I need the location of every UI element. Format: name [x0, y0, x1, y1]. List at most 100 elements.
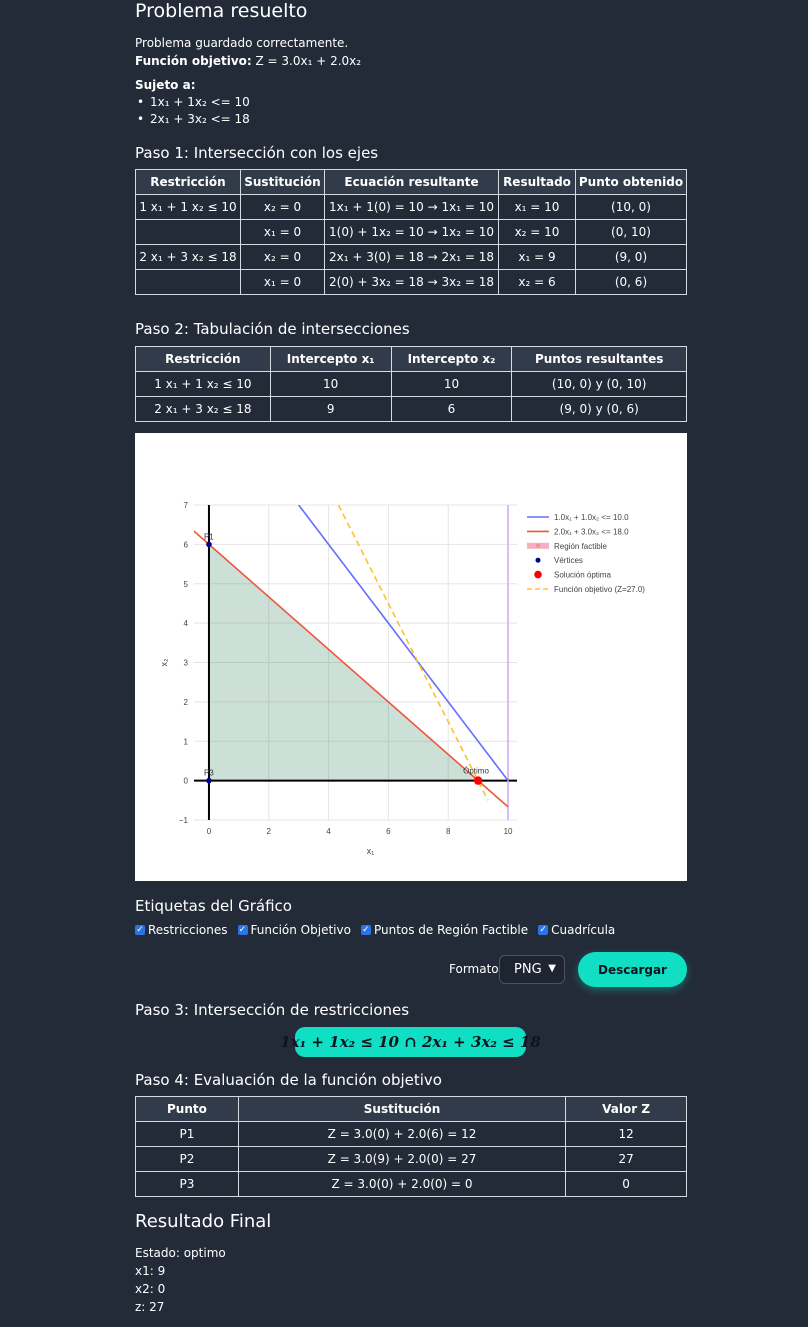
table-cell: 1 x₁ + 1 x₂ ≤ 10 [135, 371, 271, 397]
table-cell: 1(0) + 1x₂ = 10 → 1x₂ = 10 [324, 219, 499, 245]
legend-label: 2.0x₁ + 3.0x₂ <= 18.0 [554, 527, 629, 536]
column-header: Sustitución [237, 1096, 567, 1122]
table-cell: x₂ = 0 [240, 244, 325, 270]
legend-swatch [536, 543, 540, 548]
label-options: ✓ Restricciones ✓ Función Objetivo ✓ Puntos… [135, 923, 625, 937]
checkbox-label: Restricciones [148, 923, 228, 937]
objective-function: Función objetivo: Z = 3.0x₁ + 2.0x₂ [135, 54, 361, 68]
table-header-row: Restricción Intercepto x₁ Intercepto x₂ … [135, 346, 687, 372]
checkbox-label: Puntos de Región Factible [373, 923, 529, 937]
table-cell [135, 219, 241, 245]
table-header-row: Punto Sustitución Valor Z [135, 1096, 687, 1122]
x-axis-title: x₁ [367, 846, 375, 856]
objective-label: Función objetivo: [135, 54, 252, 68]
column-header: Ecuación resultante [324, 169, 499, 195]
table-cell: (0, 10) [575, 219, 687, 245]
checkbox-checked-icon[interactable]: ✓ [237, 925, 248, 935]
objective-value: Z = 3.0x₁ + 2.0x₂ [255, 54, 362, 68]
table-row: P1 Z = 3.0(0) + 2.0(6) = 12 12 [135, 1121, 687, 1147]
table-cell: P1 [135, 1121, 239, 1147]
table-cell: 9 [269, 396, 392, 422]
table-cell [135, 269, 241, 295]
y-tick-label: 3 [184, 659, 189, 668]
table-cell: 10 [269, 371, 392, 397]
x-tick-label: 0 [207, 827, 212, 836]
constraint-list: 1x₁ + 1x₂ <= 10 2x₁ + 3x₂ <= 18 [135, 94, 250, 128]
table-cell: x₁ = 0 [240, 219, 325, 245]
step2-title: Paso 2: Tabulación de intersecciones [135, 320, 410, 338]
table-cell: 1 x₁ + 1 x₂ ≤ 10 [135, 194, 241, 220]
y-tick-label: 6 [184, 540, 189, 549]
chevron-down-icon: ▼ [548, 963, 556, 974]
column-header: Restricción [135, 346, 271, 372]
optimal-point [473, 776, 483, 785]
checkbox-checked-icon[interactable]: ✓ [360, 925, 371, 935]
checkbox-puntos-region[interactable]: ✓ Puntos de Región Factible [360, 923, 529, 937]
table-cell: Z = 3.0(0) + 2.0(6) = 12 [237, 1121, 567, 1147]
format-select[interactable]: PNG ▼ [499, 955, 565, 984]
download-button[interactable]: Descargar [578, 952, 687, 987]
step4-table: Punto Sustitución Valor Z P1 Z = 3.0(0) … [135, 1096, 687, 1197]
x-tick-label: 8 [446, 827, 451, 836]
step4-title: Paso 4: Evaluación de la función objetiv… [135, 1071, 442, 1089]
table-cell: x₁ = 10 [498, 194, 576, 220]
legend-swatch [534, 570, 542, 579]
table-cell: x₂ = 6 [498, 269, 576, 295]
y-tick-label: 2 [184, 698, 189, 707]
table-row: 2 x₁ + 3 x₂ ≤ 18 9 6 (9, 0) y (0, 6) [135, 396, 687, 422]
y-tick-label: 4 [184, 619, 189, 628]
y-tick-label: −1 [179, 816, 189, 825]
format-select-value: PNG [514, 962, 542, 977]
chart-svg: P1 P3 Óptimo 0 2 4 6 8 10 −1 0 1 2 3 4 5 6 7 x₁ x₂ 1.0x₁ + 1… [159, 501, 645, 856]
step2-table: Restricción Intercepto x₁ Intercepto x₂ … [135, 346, 687, 422]
constraint-item: 1x₁ + 1x₂ <= 10 [135, 94, 250, 111]
y-tick-label: 5 [184, 580, 189, 589]
table-cell: 27 [565, 1146, 687, 1172]
checkbox-label: Función Objetivo [250, 923, 351, 937]
format-label: Formato [449, 962, 499, 976]
table-cell: (9, 0) y (0, 6) [511, 396, 687, 422]
y-tick-label: 0 [184, 777, 189, 786]
legend-label: Región factible [554, 542, 607, 551]
table-cell: (0, 6) [575, 269, 687, 295]
table-cell: 2 x₁ + 3 x₂ ≤ 18 [135, 244, 241, 270]
table-row: x₁ = 0 2(0) + 3x₂ = 18 → 3x₂ = 18 x₂ = 6… [135, 269, 687, 295]
column-header: Intercepto x₁ [269, 346, 392, 372]
table-cell: Z = 3.0(0) + 2.0(0) = 0 [237, 1171, 567, 1197]
table-cell: 12 [565, 1121, 687, 1147]
x-tick-label: 10 [504, 827, 513, 836]
table-cell: x₂ = 10 [498, 219, 576, 245]
table-cell: 10 [390, 371, 513, 397]
result-title: Resultado Final [135, 1211, 272, 1232]
table-row: P2 Z = 3.0(9) + 2.0(0) = 27 27 [135, 1146, 687, 1172]
result-status: Estado: optimo [135, 1246, 226, 1260]
column-header: Valor Z [565, 1096, 687, 1122]
feasible-region-chart[interactable]: P1 P3 Óptimo 0 2 4 6 8 10 −1 0 1 2 3 4 5 6 7 x₁ x₂ 1.0x₁ + 1… [135, 433, 687, 881]
result-x1: x1: 9 [135, 1264, 166, 1278]
labels-panel-title: Etiquetas del Gráfico [135, 897, 292, 915]
column-header: Resultado [498, 169, 576, 195]
y-axis-title: x₂ [159, 658, 169, 667]
table-cell: 0 [565, 1171, 687, 1197]
table-row: 1 x₁ + 1 x₂ ≤ 10 10 10 (10, 0) y (0, 10) [135, 371, 687, 397]
legend-label: Solución óptima [554, 571, 611, 580]
page-title: Problema resuelto [135, 0, 308, 22]
checkbox-checked-icon[interactable]: ✓ [135, 925, 145, 935]
result-z: z: 27 [135, 1300, 165, 1314]
checkbox-cuadricula[interactable]: ✓ Cuadrícula [538, 923, 615, 937]
checkbox-checked-icon[interactable]: ✓ [538, 925, 549, 935]
table-cell: 2x₁ + 3(0) = 18 → 2x₁ = 18 [324, 244, 499, 270]
column-header: Restricción [135, 169, 241, 195]
optimal-label: Óptimo [463, 767, 489, 776]
table-header-row: Restricción Sustitución Ecuación resulta… [135, 169, 687, 195]
intersection-formula: 1x₁ + 1x₂ ≤ 10 ∩ 2x₁ + 3x₂ ≤ 18 [280, 1027, 541, 1057]
checkbox-restricciones[interactable]: ✓ Restricciones [135, 923, 228, 937]
table-cell: 6 [390, 396, 513, 422]
step1-title: Paso 1: Intersección con los ejes [135, 144, 379, 162]
table-cell: 2 x₁ + 3 x₂ ≤ 18 [135, 396, 271, 422]
saved-message: Problema guardado correctamente. [135, 36, 349, 50]
vertex-label: P3 [204, 769, 214, 778]
table-cell: x₂ = 0 [240, 194, 325, 220]
x-tick-label: 2 [267, 827, 272, 836]
checkbox-funcion-objetivo[interactable]: ✓ Función Objetivo [237, 923, 351, 937]
